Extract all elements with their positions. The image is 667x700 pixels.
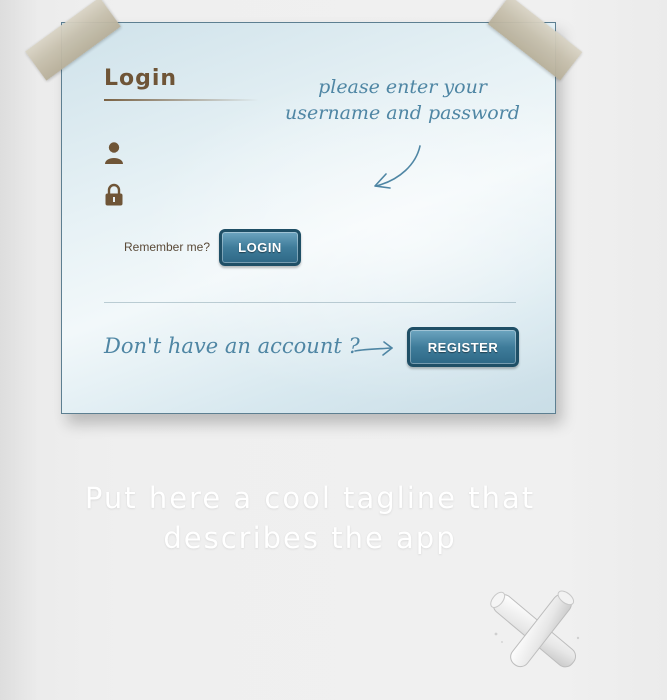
instruction-text: please enter your username and password (280, 74, 525, 126)
divider (104, 302, 516, 303)
password-field[interactable] (132, 185, 316, 209)
title-underline (104, 99, 259, 101)
register-button[interactable]: REGISTER (407, 327, 519, 367)
tagline-line-1: Put here a cool tagline that (84, 481, 536, 515)
lock-icon (105, 183, 123, 206)
hand-drawn-arrow-icon (374, 145, 421, 189)
remember-me-checkbox[interactable]: Remember me? (124, 240, 210, 254)
no-account-prompt: Don't have an account ? (104, 334, 360, 358)
tagline-line-2: describes the app (163, 521, 457, 555)
chalk-icon (490, 590, 580, 668)
login-button[interactable]: LOGIN (219, 229, 301, 266)
backdrop (0, 0, 38, 700)
instruction-line-1: please enter your (318, 76, 487, 98)
user-icon (105, 142, 123, 164)
tagline: Put here a cool tagline that describes t… (0, 478, 620, 558)
username-field[interactable] (132, 143, 316, 167)
right-arrow-icon (354, 341, 393, 356)
login-title: Login (104, 66, 178, 91)
instruction-line-2: username and password (285, 102, 520, 124)
